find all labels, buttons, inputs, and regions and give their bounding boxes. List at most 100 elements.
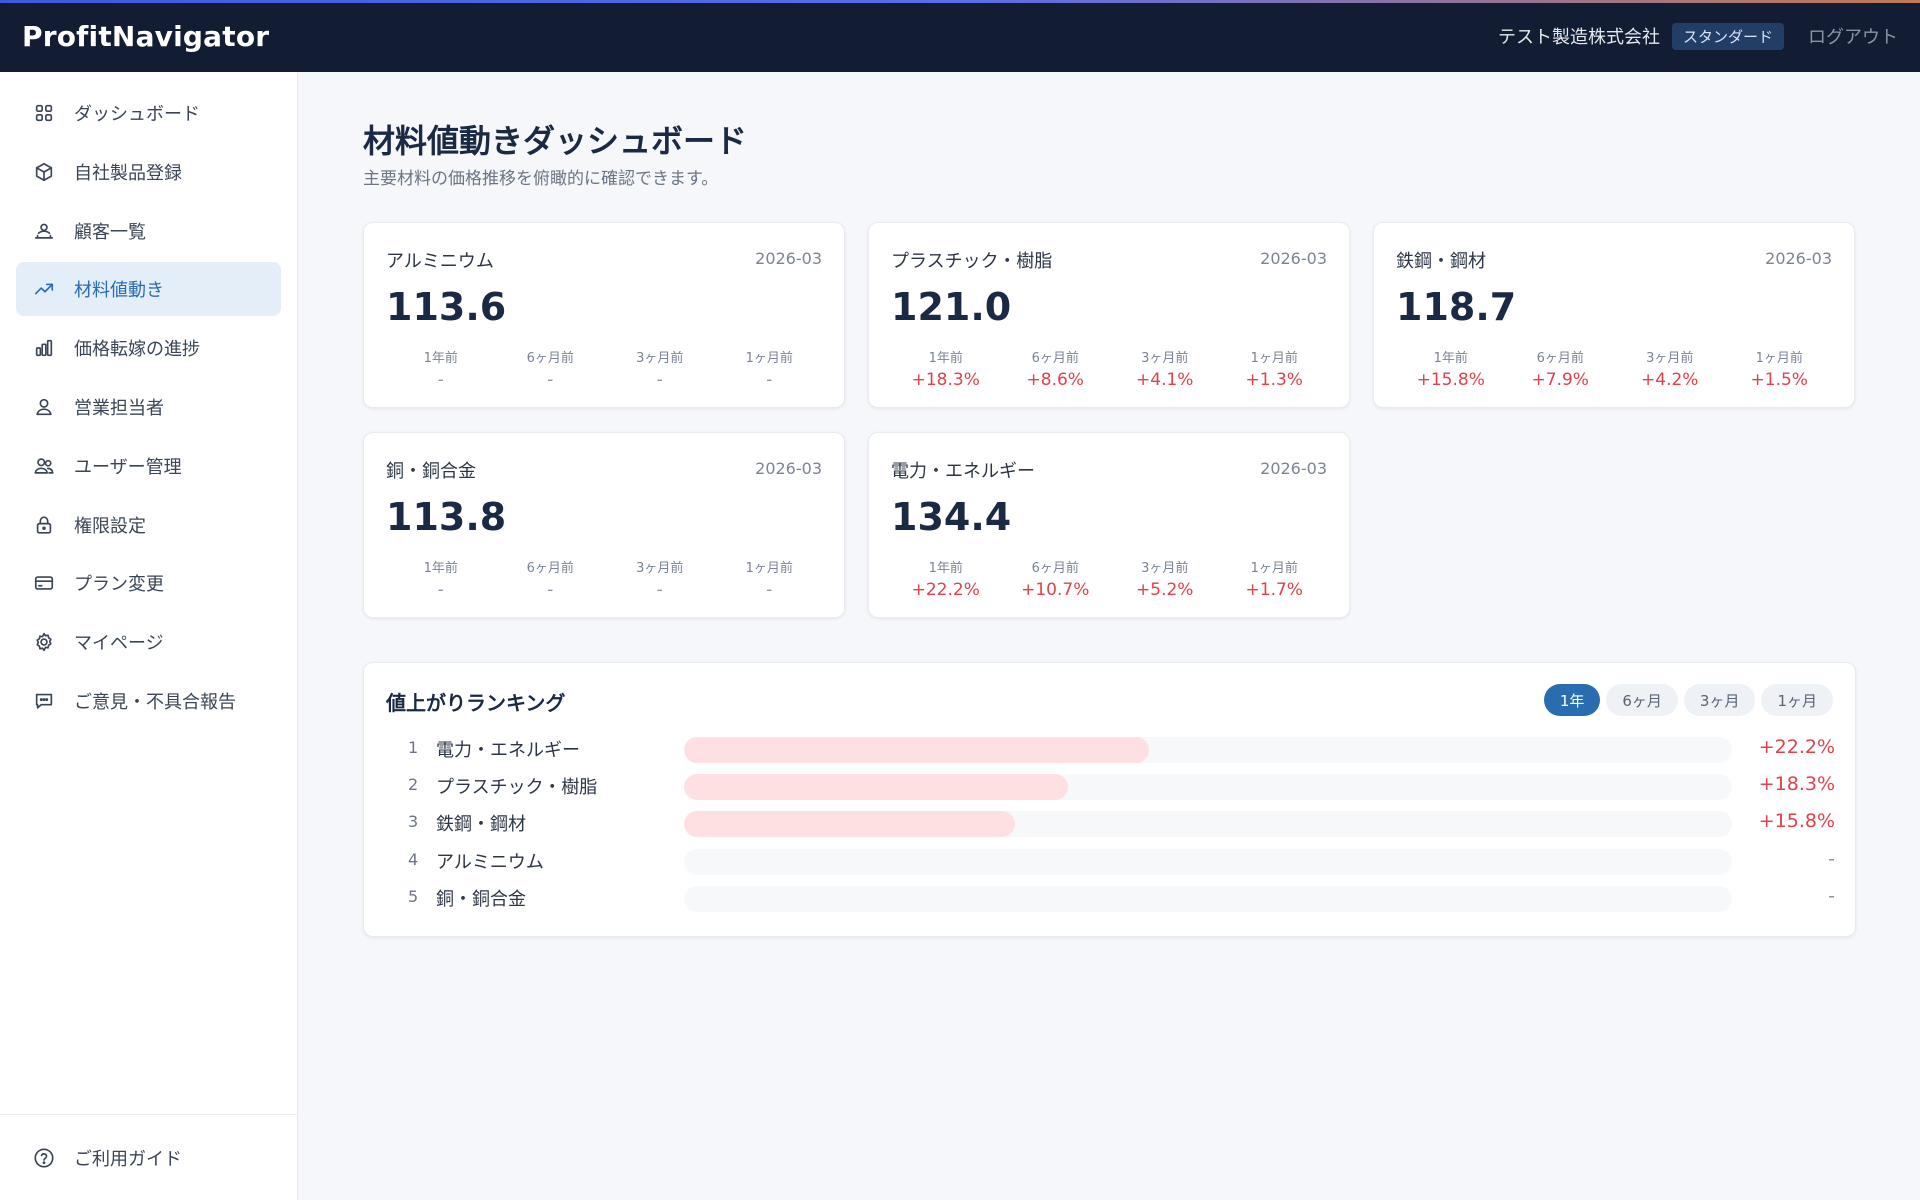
tab-6-months[interactable]: 6ヶ月 (1606, 684, 1678, 716)
tab-1-year[interactable]: 1年 (1543, 684, 1601, 716)
change-period-label: 6ヶ月前 (1031, 351, 1079, 366)
brand-logo[interactable]: ProfitNavigator (22, 20, 269, 53)
change-cell: 1年前 +18.3% (891, 347, 1001, 390)
material-name: 銅・銅合金 (386, 461, 476, 482)
change-summary: 1年前 +18.3% 6ヶ月前 +8.6% 3ヶ月前 +4.1% 1ヶ月前 +1.3% (891, 347, 1329, 390)
change-value: - (656, 370, 663, 390)
plan-badge: スタンダード (1671, 22, 1784, 50)
change-period-label: 1ヶ月前 (1755, 351, 1803, 366)
ranking-panel: 値上がりランキング 1年 6ヶ月 3ヶ月 1ヶ月 1 電力・エネルギー +22.2% 2 プラ… (363, 662, 1856, 937)
change-value: +1.5% (1750, 370, 1808, 390)
sidebar-item-label: ご意見・不具合報告 (74, 691, 236, 713)
change-value: - (437, 580, 444, 600)
change-summary: 1年前 - 6ヶ月前 - 3ヶ月前 - 1ヶ月前 - (386, 557, 824, 600)
sidebar-item-feedback[interactable]: ご意見・不具合報告 (16, 674, 281, 728)
lock-icon (32, 513, 56, 537)
sidebar-item-label: 営業担当者 (74, 397, 164, 419)
change-cell: 6ヶ月前 - (496, 347, 606, 390)
sidebar-item-label: マイページ (74, 633, 164, 655)
sidebar-item-dashboard[interactable]: ダッシュボード (16, 86, 281, 140)
ranking-row: 1 電力・エネルギー +22.2% (386, 733, 1835, 763)
ranking-row: 2 プラスチック・樹脂 +18.3% (386, 770, 1835, 801)
change-value: +5.2% (1136, 580, 1194, 600)
logout-link[interactable]: ログアウト (1808, 23, 1898, 49)
material-card[interactable]: プラスチック・樹脂 2026-03 121.0 1年前 +18.3% 6ヶ月前 +8.6% 3… (868, 222, 1350, 408)
change-value: - (437, 370, 444, 390)
sidebar-item-my-page[interactable]: マイページ (16, 615, 281, 669)
grid-icon (32, 101, 56, 125)
material-name: アルミニウム (386, 251, 494, 272)
sidebar-item-label: 価格転嫁の進捗 (74, 339, 200, 361)
change-cell: 1年前 - (386, 347, 496, 390)
change-period-label: 1ヶ月前 (745, 561, 793, 576)
sidebar-item-material-prices[interactable]: 材料値動き (16, 262, 281, 317)
change-value: +18.3% (911, 370, 980, 390)
material-date: 2026-03 (755, 459, 822, 478)
sidebar-nav: ダッシュボード自社製品登録顧客一覧材料値動き価格転嫁の進捗 営業担当者ユーザー管理… (16, 86, 281, 733)
change-value: +15.8% (1416, 370, 1485, 390)
change-period-label: 1年前 (423, 351, 458, 366)
ranking-bar-fill (684, 811, 1016, 838)
company-name: テスト製造株式会社 (1497, 27, 1660, 48)
ranking-bar-track (684, 848, 1732, 875)
users-icon (32, 454, 56, 478)
change-cell: 6ヶ月前 - (496, 557, 606, 600)
sidebar-item-product-registration[interactable]: 自社製品登録 (16, 145, 281, 199)
tab-3-months[interactable]: 3ヶ月 (1683, 684, 1756, 716)
trending-up-icon (32, 277, 56, 301)
change-period-label: 3ヶ月前 (636, 351, 684, 366)
change-cell: 6ヶ月前 +7.9% (1506, 347, 1616, 390)
sidebar-item-guide[interactable]: ご利用ガイド (16, 1131, 281, 1185)
material-index-value: 118.7 (1396, 285, 1517, 329)
material-name: 鉄鋼・鋼材 (1396, 251, 1486, 272)
sidebar-item-plan-change[interactable]: プラン変更 (16, 556, 281, 610)
change-period-label: 3ヶ月前 (1141, 561, 1189, 576)
ranking-value: +18.3% (1758, 773, 1835, 796)
change-cell: 1年前 +22.2% (891, 557, 1001, 600)
sidebar-item-price-pass-through[interactable]: 価格転嫁の進捗 (16, 321, 281, 375)
change-value: - (656, 580, 663, 600)
ranking-title: 値上がりランキング (386, 691, 566, 715)
change-period-label: 3ヶ月前 (1646, 351, 1694, 366)
change-value: +10.7% (1021, 580, 1090, 600)
main-content: 材料値動きダッシュボード 主要材料の価格推移を俯瞰的に確認できます。 アルミニウ… (298, 72, 1920, 1200)
ranking-row: 4 アルミニウム - (386, 845, 1835, 875)
change-summary: 1年前 - 6ヶ月前 - 3ヶ月前 - 1ヶ月前 - (386, 347, 824, 390)
material-card[interactable]: アルミニウム 2026-03 113.6 1年前 - 6ヶ月前 - 3ヶ月前 - 1ヶ月前 - (363, 222, 845, 408)
change-cell: 1ヶ月前 +1.7% (1220, 557, 1330, 600)
change-cell: 6ヶ月前 +10.7% (1001, 557, 1111, 600)
sidebar: ダッシュボード自社製品登録顧客一覧材料値動き価格転嫁の進捗 営業担当者ユーザー管理… (0, 72, 298, 1200)
material-card[interactable]: 鉄鋼・鋼材 2026-03 118.7 1年前 +15.8% 6ヶ月前 +7.9% 3ヶ月前 +… (1373, 222, 1855, 408)
change-period-label: 6ヶ月前 (1031, 561, 1079, 576)
change-cell: 1ヶ月前 - (715, 557, 825, 600)
sidebar-item-customers[interactable]: 顧客一覧 (16, 204, 281, 258)
ranking-material-name: 電力・エネルギー (436, 740, 580, 761)
change-period-label: 1年前 (928, 351, 963, 366)
sidebar-item-label: 顧客一覧 (74, 221, 146, 243)
sidebar-item-sales-reps[interactable]: 営業担当者 (16, 380, 281, 434)
sidebar-item-permissions[interactable]: 権限設定 (16, 498, 281, 552)
change-value: - (547, 580, 554, 600)
ranking-value: +22.2% (1758, 736, 1835, 758)
ranking-bar-track (684, 885, 1732, 912)
tab-1-month[interactable]: 1ヶ月 (1761, 684, 1833, 716)
material-card[interactable]: 電力・エネルギー 2026-03 134.4 1年前 +22.2% 6ヶ月前 +10.7% 3… (868, 432, 1350, 618)
change-value: +1.7% (1245, 580, 1303, 600)
ranking-bar-track (684, 774, 1732, 801)
customers-icon (32, 219, 56, 243)
ranking-number: 5 (408, 886, 419, 906)
ranking-material-name: アルミニウム (436, 851, 544, 873)
change-value: +7.9% (1531, 370, 1589, 390)
sidebar-item-label: プラン変更 (74, 574, 164, 596)
bar-chart-icon (32, 336, 56, 360)
top-bar: ProfitNavigator テスト製造株式会社 スタンダード ログアウト (0, 0, 1920, 72)
sidebar-item-label: ダッシュボード (74, 104, 200, 125)
change-value: - (766, 370, 773, 390)
change-value: +4.2% (1641, 370, 1699, 390)
sidebar-footer: ご利用ガイド (0, 1114, 297, 1200)
change-value: +4.1% (1136, 370, 1194, 390)
sidebar-item-user-management[interactable]: ユーザー管理 (16, 439, 281, 493)
material-card[interactable]: 銅・銅合金 2026-03 113.8 1年前 - 6ヶ月前 - 3ヶ月前 - 1ヶ月前 - (363, 432, 845, 618)
change-summary: 1年前 +15.8% 6ヶ月前 +7.9% 3ヶ月前 +4.2% 1ヶ月前 +1.5% (1396, 347, 1834, 390)
user-icon (32, 395, 56, 419)
